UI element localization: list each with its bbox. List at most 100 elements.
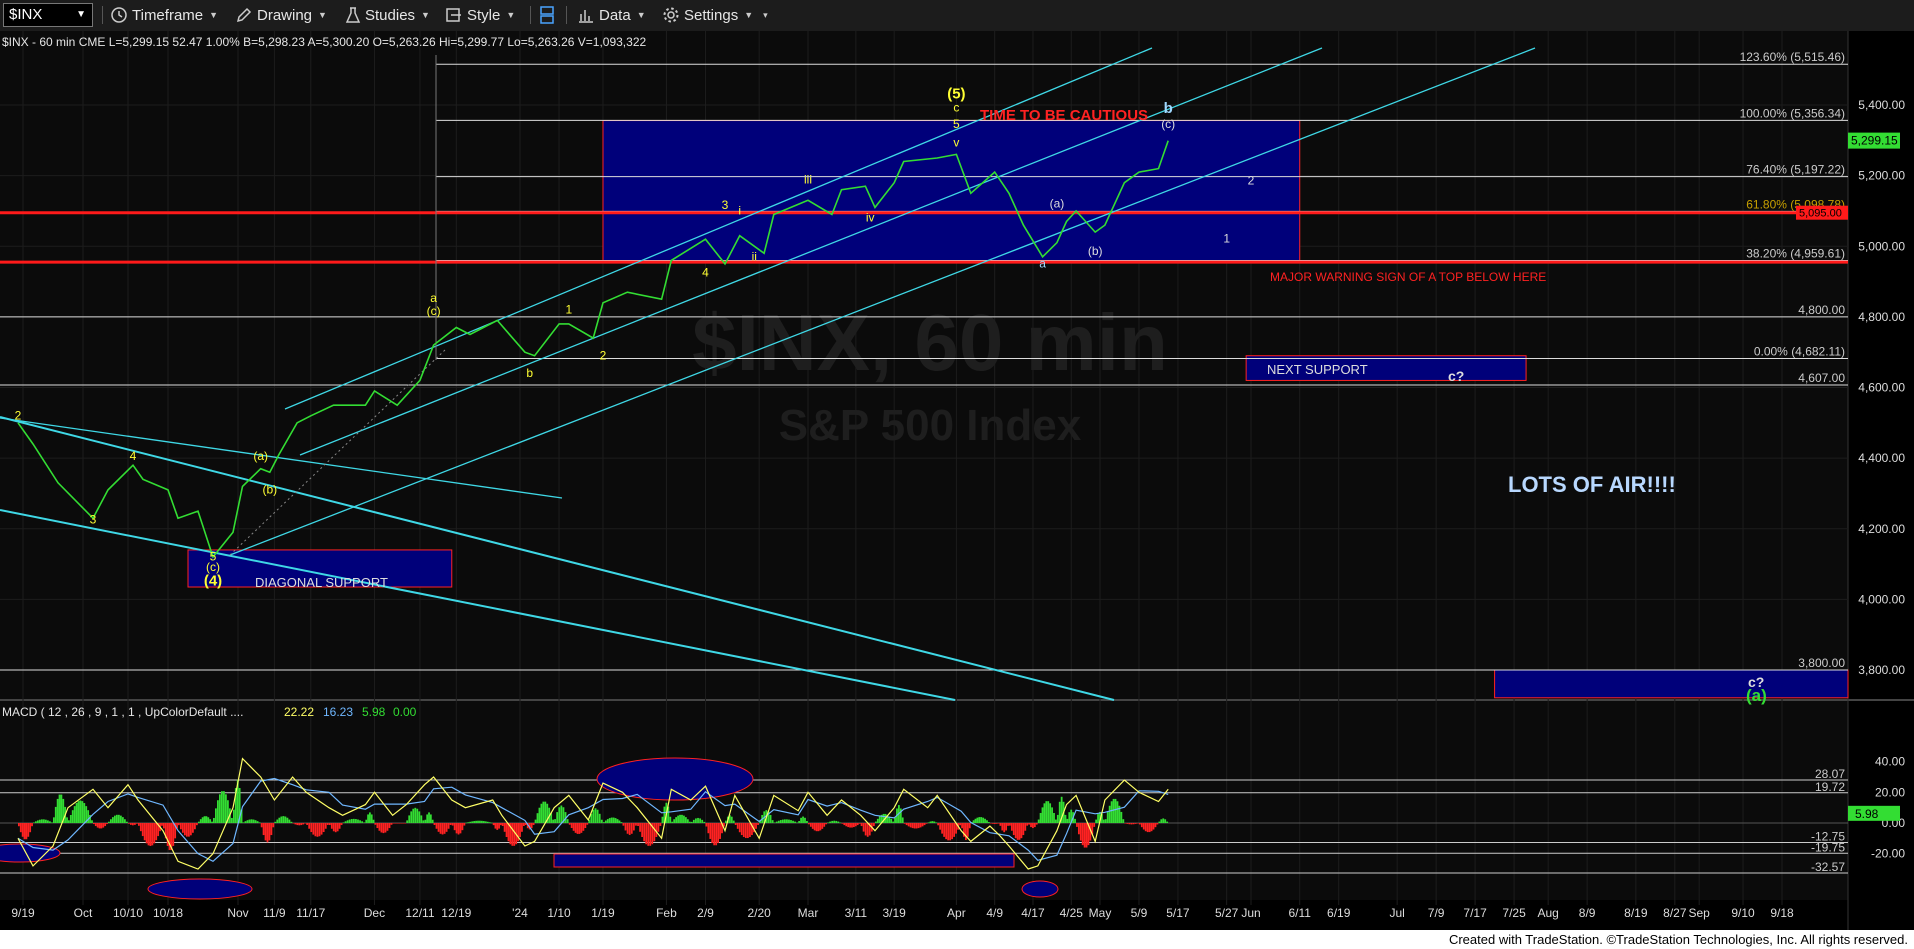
macd-histogram-bar [451, 823, 454, 826]
macd-histogram-bar [300, 823, 303, 826]
target-zone-box[interactable] [1494, 669, 1849, 699]
macd-histogram-bar [707, 823, 710, 834]
macd-histogram-bar [572, 823, 575, 831]
macd-histogram-bar [501, 823, 504, 827]
macd-histogram-bar [244, 821, 247, 823]
macd-histogram-bar [475, 820, 477, 823]
toolbar-separator [566, 6, 567, 24]
macd-histogram-bar [835, 820, 838, 823]
macd-histogram-bar [997, 823, 1000, 824]
macd-histogram-bar [951, 823, 954, 840]
macd-histogram-bar [433, 823, 436, 825]
macd-histogram-bar [250, 819, 253, 823]
macd-histogram-bar [1102, 819, 1105, 823]
macd-histogram-bar [1030, 823, 1032, 828]
macd-histogram-bar [1083, 823, 1086, 848]
macd-histogram-bar [215, 808, 217, 823]
macd-histogram-bar [81, 801, 84, 823]
macd-histogram-bar [911, 823, 914, 829]
macd-histogram-bar [558, 807, 561, 823]
macd-histogram-bar [695, 818, 697, 823]
drawing-button[interactable]: Drawing ▼ [235, 4, 327, 26]
macd-histogram-bar [284, 816, 287, 823]
macd-histogram-bar [538, 807, 541, 823]
macd-histogram-bar [473, 821, 476, 823]
macd-histogram-bar [769, 814, 772, 823]
data-button[interactable]: Data ▼ [577, 4, 646, 26]
macd-histogram-bar [488, 822, 491, 823]
macd-histogram-bar [340, 823, 343, 826]
time-axis-tick: 4/17 [1021, 906, 1045, 920]
macd-histogram-bar [905, 823, 908, 826]
macd-histogram-bar [1120, 811, 1123, 823]
macd-histogram-bar [37, 820, 39, 823]
time-axis-tick: Nov [227, 906, 248, 920]
macd-oval[interactable] [147, 878, 253, 900]
macd-histogram-bar [68, 820, 70, 823]
macd-histogram-bar [479, 820, 481, 823]
macd-histogram-bar [184, 823, 186, 836]
macd-histogram-bar [699, 818, 702, 823]
macd-histogram-bar [194, 823, 196, 830]
macd-histogram-bar [43, 819, 45, 823]
macd-histogram-bar [79, 800, 82, 823]
time-axis-tick: 4/9 [986, 906, 1003, 920]
macd-histogram-bar [1026, 823, 1029, 826]
macd-panel[interactable] [0, 700, 1848, 900]
studies-button[interactable]: Studies ▼ [345, 4, 430, 26]
macd-histogram-bar [461, 823, 464, 831]
symbol-input[interactable]: $INX ▼ [3, 3, 93, 27]
layout-button[interactable] [538, 4, 556, 26]
price-chart[interactable]: $INX, 60 min S&P 500 Index (5)c5viiiivi3… [0, 31, 1914, 930]
macd-oval[interactable] [596, 757, 754, 801]
macd-histogram-bar [471, 821, 474, 823]
macd-histogram-bar [594, 808, 597, 823]
macd-histogram-bar [288, 819, 291, 823]
chevron-down-icon[interactable]: ▼ [76, 4, 86, 26]
macd-histogram-bar [860, 823, 863, 827]
timeframe-button[interactable]: Timeframe ▼ [110, 4, 218, 26]
style-button[interactable]: Style ▼ [445, 4, 515, 26]
macd-histogram-bar [968, 823, 971, 829]
macd-histogram-bar [823, 823, 826, 827]
macd-histogram-bar [982, 817, 985, 823]
macd-histogram-bar [361, 821, 364, 823]
macd-histogram-bar [342, 822, 345, 823]
macd-histogram-bar [420, 815, 423, 823]
macd-histogram-bar [225, 794, 227, 823]
macd-histogram-bar [1009, 823, 1011, 826]
wave-label: (a) [1050, 196, 1065, 210]
macd-histogram-bar [431, 819, 434, 823]
macd-histogram-bar [511, 823, 514, 846]
annotation-caution: TIME TO BE CAUTIOUS [980, 107, 1148, 124]
time-axis-tick: 12/19 [441, 906, 471, 920]
macd-histogram-bar [87, 810, 90, 823]
macd-histogram-bar [645, 823, 648, 845]
wave-label: 3 [722, 198, 729, 212]
macd-histogram-bar [858, 823, 861, 824]
macd-legend-value: 5.98 [362, 705, 386, 719]
macd-histogram-bar [149, 823, 152, 846]
macd-histogram-bar [233, 809, 235, 823]
price-axis-tick: 4,200.00 [1858, 522, 1905, 536]
macd-histogram-bar [435, 823, 438, 829]
footer: Created with TradeStation. ©TradeStation… [0, 930, 1914, 949]
macd-histogram-bar [110, 819, 112, 823]
macd-histogram-bar [404, 823, 407, 824]
wave-label: 1 [1223, 232, 1230, 246]
wave-label: b [526, 366, 533, 380]
time-axis-tick: 5/27 [1215, 906, 1239, 920]
macd-oval[interactable] [1021, 880, 1059, 898]
macd-histogram-bar [909, 823, 912, 828]
macd-histogram-bar [989, 823, 992, 824]
layout-icon [540, 6, 554, 24]
macd-histogram-bar [1056, 814, 1059, 823]
macd-histogram-bar [864, 823, 867, 836]
macd-histogram-bar [272, 823, 275, 828]
macd-histogram-bar [338, 823, 341, 829]
macd-histogram-bar [980, 817, 983, 823]
settings-button[interactable]: Settings ▼ ▾ [662, 4, 768, 26]
wave-label: 2 [15, 408, 22, 422]
macd-zone-box[interactable] [553, 853, 1015, 868]
macd-histogram-bar [943, 823, 946, 837]
